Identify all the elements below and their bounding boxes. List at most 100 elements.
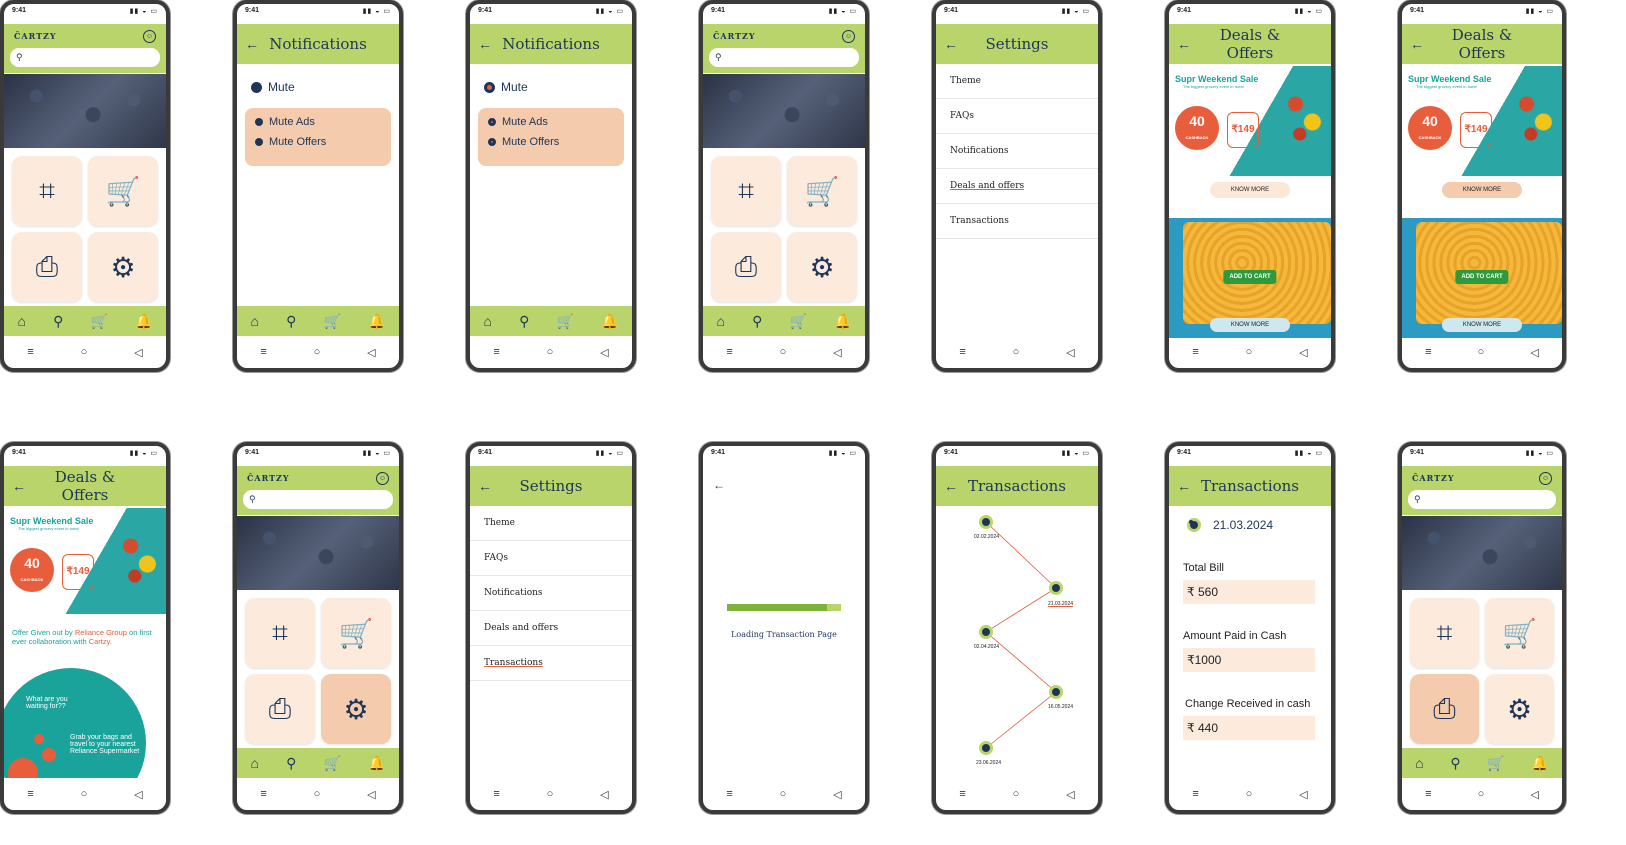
scan-qr-tile[interactable]: ⌗ (711, 156, 781, 226)
print-tile-active[interactable]: ⎙ (1410, 674, 1479, 744)
profile-icon[interactable]: ☺ (143, 29, 156, 43)
bell-icon[interactable]: 🔔 (1531, 755, 1548, 772)
menu-icon[interactable]: ≡ (260, 346, 266, 358)
mute-option[interactable]: Mute (484, 80, 528, 94)
search-icon[interactable]: ⚲ (1450, 755, 1460, 772)
back-triangle-icon[interactable]: ◁ (134, 788, 142, 801)
mute-offers-option[interactable]: Mute Offers (245, 128, 391, 148)
profile-icon[interactable]: ☺ (1539, 471, 1552, 485)
menu-icon[interactable]: ≡ (1192, 788, 1198, 800)
search-input[interactable]: ⚲ (709, 48, 859, 67)
scan-qr-tile[interactable]: ⌗ (245, 598, 315, 668)
menu-icon[interactable]: ≡ (260, 788, 266, 800)
bell-icon[interactable]: 🔔 (601, 313, 618, 330)
home-circle-icon[interactable]: ○ (314, 788, 321, 800)
menu-icon[interactable]: ≡ (1425, 346, 1431, 358)
settings-tile[interactable]: ⚙ (1485, 674, 1554, 744)
add-to-cart-button[interactable]: ADD TO CART (1455, 270, 1509, 284)
mute-offers-radio[interactable] (255, 138, 263, 146)
home-icon[interactable]: ⌂ (18, 313, 26, 329)
scan-qr-tile[interactable]: ⌗ (12, 156, 82, 226)
back-triangle-icon[interactable]: ◁ (367, 788, 375, 801)
bell-icon[interactable]: 🔔 (135, 313, 152, 330)
home-circle-icon[interactable]: ○ (1246, 788, 1253, 800)
bell-icon[interactable]: 🔔 (368, 755, 385, 772)
timeline-node[interactable] (979, 515, 993, 529)
back-triangle-icon[interactable]: ◁ (1066, 788, 1074, 801)
timeline-node[interactable] (1049, 685, 1063, 699)
mute-option[interactable]: Mute (251, 80, 295, 94)
search-input[interactable]: ⚲ (243, 490, 393, 509)
mute-ads-radio[interactable] (255, 118, 263, 126)
menu-icon[interactable]: ≡ (959, 346, 965, 358)
print-tile[interactable]: ⎙ (711, 232, 781, 302)
timeline-node[interactable] (1049, 581, 1063, 595)
back-arrow-icon[interactable]: ← (478, 36, 500, 52)
back-triangle-icon[interactable]: ◁ (367, 346, 375, 359)
home-icon[interactable]: ⌂ (251, 313, 259, 329)
cart-icon[interactable]: 🛒 (1487, 755, 1504, 772)
home-circle-icon[interactable]: ○ (547, 346, 554, 358)
settings-item-theme[interactable]: Theme (470, 506, 632, 541)
back-arrow-icon[interactable]: ← (1410, 36, 1432, 52)
home-circle-icon[interactable]: ○ (314, 346, 321, 358)
back-arrow-icon[interactable]: ← (245, 36, 267, 52)
home-circle-icon[interactable]: ○ (1478, 346, 1485, 358)
cart-tile[interactable]: 🛒 (787, 156, 857, 226)
settings-item-theme[interactable]: Theme (936, 64, 1098, 99)
print-tile[interactable]: ⎙ (12, 232, 82, 302)
settings-item-notifications[interactable]: Notifications (470, 576, 632, 611)
cart-icon[interactable]: 🛒 (789, 313, 806, 330)
timeline-node[interactable] (979, 741, 993, 755)
settings-item-deals[interactable]: Deals and offers (936, 169, 1098, 204)
search-icon[interactable]: ⚲ (286, 755, 296, 772)
back-arrow-icon[interactable]: ← (1177, 36, 1199, 52)
search-icon[interactable]: ⚲ (53, 313, 63, 330)
cart-tile[interactable]: 🛒 (88, 156, 158, 226)
mute-offers-option[interactable]: Mute Offers (478, 128, 624, 148)
home-circle-icon[interactable]: ○ (780, 788, 787, 800)
cart-icon[interactable]: 🛒 (90, 313, 107, 330)
home-circle-icon[interactable]: ○ (547, 788, 554, 800)
home-icon[interactable]: ⌂ (717, 313, 725, 329)
back-arrow-icon[interactable]: ← (478, 478, 500, 494)
search-icon[interactable]: ⚲ (286, 313, 296, 330)
home-circle-icon[interactable]: ○ (780, 346, 787, 358)
settings-tile-active[interactable]: ⚙ (321, 674, 391, 744)
search-input[interactable]: ⚲ (10, 48, 160, 67)
home-icon[interactable]: ⌂ (484, 313, 492, 329)
bell-icon[interactable]: 🔔 (368, 313, 385, 330)
back-triangle-icon[interactable]: ◁ (1530, 788, 1538, 801)
home-circle-icon[interactable]: ○ (1013, 788, 1020, 800)
menu-icon[interactable]: ≡ (726, 346, 732, 358)
search-icon[interactable]: ⚲ (752, 313, 762, 330)
back-triangle-icon[interactable]: ◁ (833, 346, 841, 359)
back-arrow-icon[interactable]: ← (713, 478, 725, 492)
home-circle-icon[interactable]: ○ (1246, 346, 1253, 358)
know-more-button[interactable]: KNOW MORE (1210, 182, 1290, 198)
settings-item-transactions[interactable]: Transactions (936, 204, 1098, 239)
back-triangle-icon[interactable]: ◁ (1066, 346, 1074, 359)
settings-tile[interactable]: ⚙ (88, 232, 158, 302)
scan-qr-tile[interactable]: ⌗ (1410, 598, 1479, 668)
menu-icon[interactable]: ≡ (1425, 788, 1431, 800)
back-arrow-icon[interactable]: ← (1177, 478, 1199, 494)
home-circle-icon[interactable]: ○ (81, 788, 88, 800)
menu-icon[interactable]: ≡ (959, 788, 965, 800)
menu-icon[interactable]: ≡ (1192, 346, 1198, 358)
back-triangle-icon[interactable]: ◁ (1530, 346, 1538, 359)
back-triangle-icon[interactable]: ◁ (134, 346, 142, 359)
home-icon[interactable]: ⌂ (251, 755, 259, 771)
know-more-button-pressed[interactable]: KNOW MORE (1442, 182, 1522, 198)
profile-icon[interactable]: ☺ (376, 471, 389, 485)
know-more-button-2[interactable]: KNOW MORE (1210, 318, 1290, 332)
mute-ads-option[interactable]: Mute Ads (245, 108, 391, 128)
mute-radio[interactable] (251, 81, 262, 93)
timeline-node[interactable] (979, 625, 993, 639)
mute-ads-option[interactable]: Mute Ads (478, 108, 624, 128)
menu-icon[interactable]: ≡ (726, 788, 732, 800)
search-icon[interactable]: ⚲ (519, 313, 529, 330)
back-triangle-icon[interactable]: ◁ (833, 788, 841, 801)
back-triangle-icon[interactable]: ◁ (1299, 788, 1307, 801)
home-circle-icon[interactable]: ○ (1013, 346, 1020, 358)
